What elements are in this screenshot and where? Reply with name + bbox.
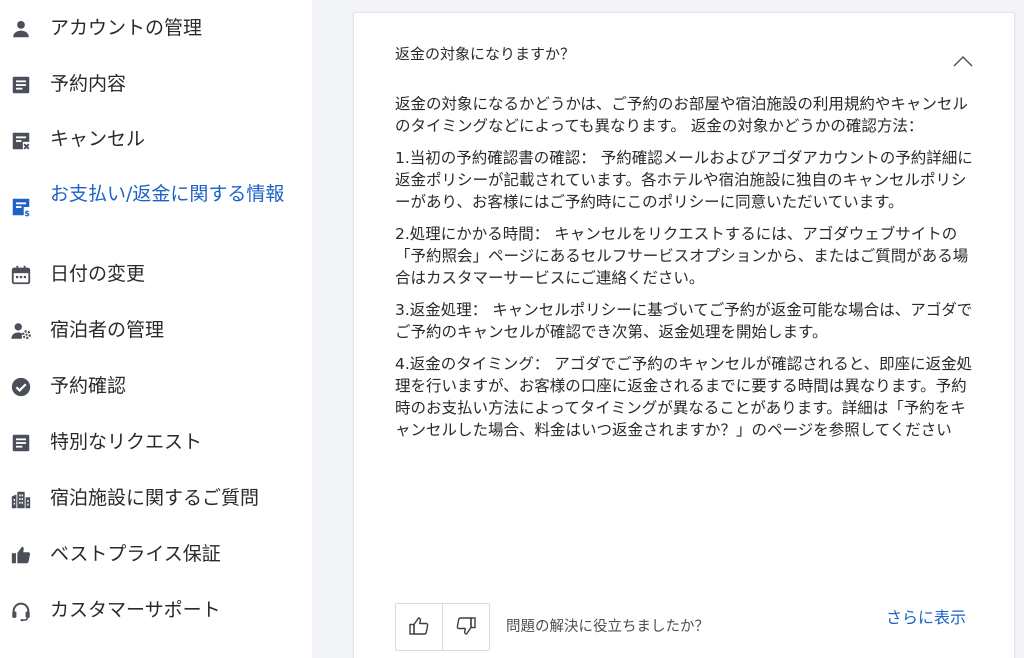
- sidebar-item-label: カスタマーサポート: [50, 599, 221, 621]
- cancel-document-icon: [10, 130, 32, 152]
- chevron-up-icon[interactable]: [952, 53, 974, 67]
- check-circle-icon: [10, 376, 32, 398]
- sidebar-item-label: 宿泊者の管理: [50, 319, 165, 341]
- faq-question[interactable]: 返金の対象になりますか？: [395, 43, 575, 65]
- calendar-icon: [10, 264, 32, 286]
- sidebar-item-label: キャンセル: [50, 128, 146, 150]
- sidebar-item-customer-support[interactable]: カスタマーサポート: [0, 598, 312, 624]
- sidebar-item-payment-refund[interactable]: $ お支払い/返金に関する情報: [0, 182, 312, 234]
- headset-icon: [10, 600, 32, 622]
- sidebar-item-cancellation[interactable]: キャンセル: [0, 127, 312, 153]
- answer-paragraph: 4.返金のタイミング： アゴダでご予約のキャンセルが確認されると、即座に返金処理…: [395, 355, 973, 439]
- sidebar-item-label: ベストプライス保証: [50, 543, 221, 565]
- sidebar-item-label: アカウントの管理: [50, 17, 203, 39]
- sidebar-item-booking-confirmation[interactable]: 予約確認: [0, 374, 312, 400]
- sidebar-item-guest-management[interactable]: 宿泊者の管理: [0, 318, 312, 344]
- payment-document-icon: $: [10, 196, 32, 218]
- answer-paragraph: 返金の対象になるかどうかは、ご予約のお部屋や宿泊施設の利用規約やキャンセルのタイ…: [395, 95, 968, 135]
- sidebar-item-label: 宿泊施設に関するご質問: [50, 487, 260, 509]
- sidebar-item-label: 日付の変更: [50, 263, 146, 285]
- sidebar-item-property-questions[interactable]: 宿泊施設に関するご質問: [0, 486, 312, 512]
- document-icon: [10, 432, 32, 454]
- thumbs-down-outline-icon: [454, 614, 478, 641]
- answer-paragraph: 3.返金処理： キャンセルポリシーに基づいてご予約が返金可能な場合は、アゴダでご…: [395, 301, 973, 341]
- thumbs-up-outline-icon: [407, 614, 431, 641]
- thumbs-up-icon: [10, 544, 32, 566]
- sidebar-item-label: 特別なリクエスト: [50, 431, 203, 453]
- sidebar-item-special-requests[interactable]: 特別なリクエスト: [0, 430, 312, 456]
- document-icon: [10, 74, 32, 96]
- helpful-no-button[interactable]: [442, 603, 490, 651]
- helpful-prompt: 問題の解決に役立ちましたか？: [506, 619, 709, 635]
- show-more-link[interactable]: さらに表示: [886, 607, 966, 629]
- guest-settings-icon: [10, 320, 32, 342]
- sidebar-item-booking-details[interactable]: 予約内容: [0, 72, 312, 98]
- person-icon: [10, 18, 32, 40]
- faq-card: 返金の対象になりますか？ 返金の対象になるかどうかは、ご予約のお部屋や宿泊施設の…: [353, 12, 1015, 658]
- sidebar-item-account[interactable]: アカウントの管理: [0, 16, 312, 42]
- faq-answer: 返金の対象になるかどうかは、ご予約のお部屋や宿泊施設の利用規約やキャンセルのタイ…: [395, 93, 975, 451]
- answer-paragraph: 2.処理にかかる時間： キャンセルをリクエストするには、アゴダウェブサイトの「予…: [395, 225, 969, 287]
- sidebar-item-label: 予約確認: [50, 375, 127, 397]
- building-icon: [10, 489, 32, 511]
- sidebar: アカウントの管理 予約内容 キャンセル $ お支払い/返金に関する情報 日付の変…: [0, 0, 312, 658]
- sidebar-item-change-dates[interactable]: 日付の変更: [0, 262, 312, 288]
- sidebar-item-label: お支払い/返金に関する情報: [50, 183, 285, 205]
- svg-text:$: $: [24, 208, 30, 218]
- sidebar-item-best-price[interactable]: ベストプライス保証: [0, 542, 312, 568]
- helpful-yes-button[interactable]: [395, 603, 443, 651]
- answer-paragraph: 1.当初の予約確認書の確認： 予約確認メールおよびアゴダアカウントの予約詳細に返…: [395, 149, 973, 211]
- sidebar-item-label: 予約内容: [50, 73, 127, 95]
